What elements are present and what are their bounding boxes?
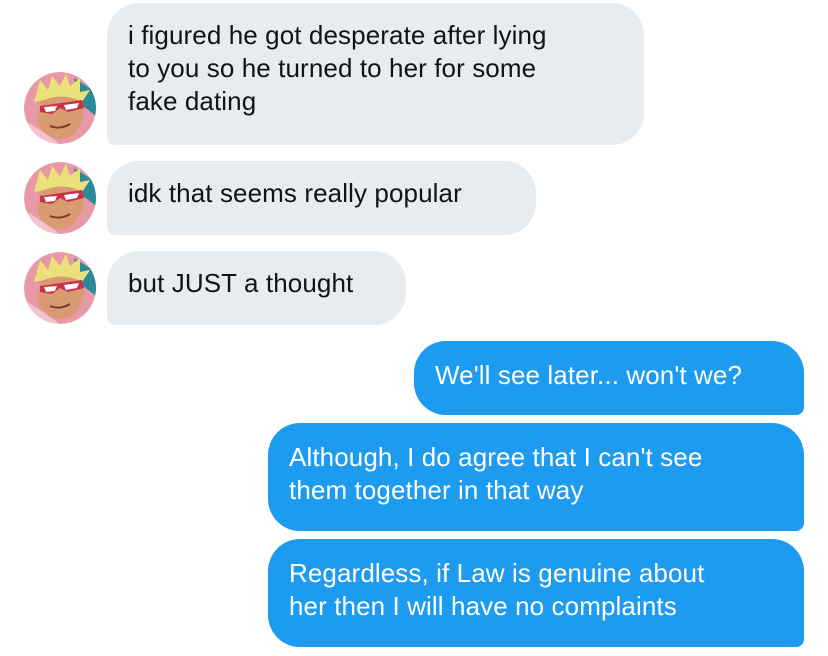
user-avatar-icon[interactable] (24, 72, 96, 144)
avatar-illustration (24, 162, 96, 234)
message-row-incoming: idk that seems really popular (0, 161, 828, 235)
message-row-outgoing: Although, I do agree that I can't see th… (0, 423, 828, 531)
message-text: Although, I do agree that I can't see th… (289, 442, 703, 505)
user-avatar-icon[interactable] (24, 162, 96, 234)
message-text: but JUST a thought (128, 268, 354, 298)
avatar-illustration (24, 72, 96, 144)
message-bubble[interactable]: idk that seems really popular (107, 161, 536, 235)
message-text: i figured he got desperate after lying t… (128, 20, 547, 116)
message-row-outgoing: Regardless, if Law is genuine about her … (0, 539, 828, 647)
message-text: We'll see later... won't we? (435, 360, 743, 390)
message-text: Regardless, if Law is genuine about her … (289, 558, 705, 621)
message-bubble[interactable]: We'll see later... won't we? (414, 341, 804, 415)
message-row-incoming: but JUST a thought (0, 251, 828, 325)
conversation-thread: i figured he got desperate after lying t… (0, 0, 828, 656)
message-bubble[interactable]: Regardless, if Law is genuine about her … (268, 539, 804, 647)
avatar-illustration (24, 252, 96, 324)
message-text: idk that seems really popular (128, 178, 462, 208)
message-bubble[interactable]: but JUST a thought (107, 251, 406, 325)
message-row-outgoing: We'll see later... won't we? (0, 341, 828, 415)
message-bubble[interactable]: i figured he got desperate after lying t… (107, 3, 644, 145)
message-row-incoming: i figured he got desperate after lying t… (0, 3, 828, 145)
user-avatar-icon[interactable] (24, 252, 96, 324)
message-bubble[interactable]: Although, I do agree that I can't see th… (268, 423, 804, 531)
